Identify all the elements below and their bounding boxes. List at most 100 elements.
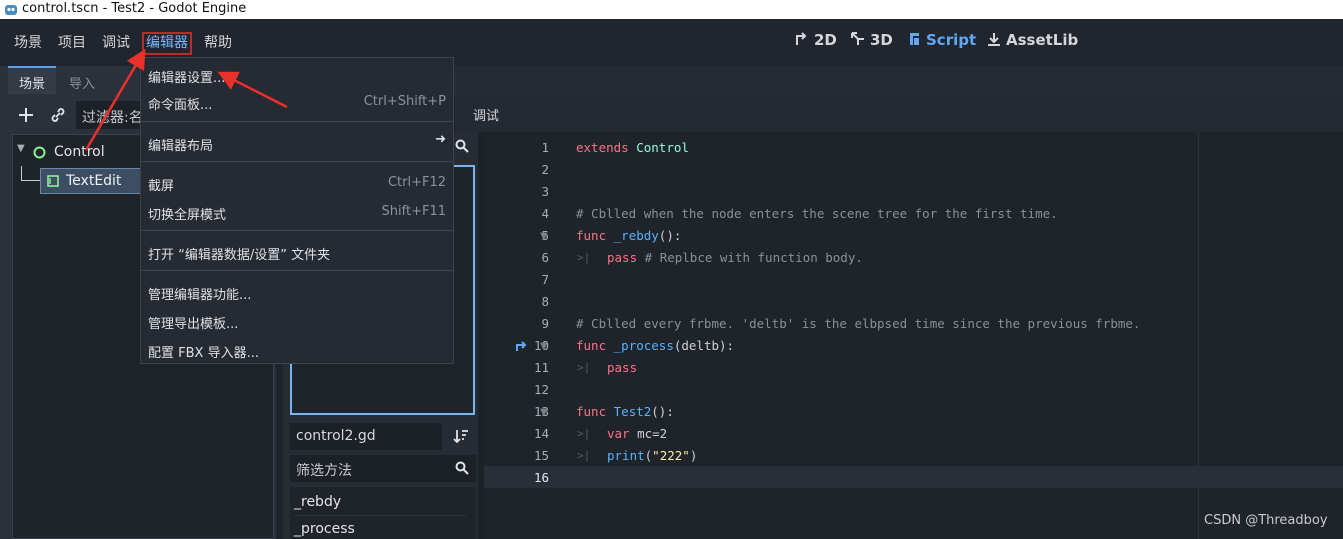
expand-arrow-icon[interactable]: ▼ (17, 143, 25, 154)
menu-item-command-palette[interactable]: 命令面板... (148, 94, 212, 113)
menu-separator (141, 270, 453, 271)
code-token: (deltb): (673, 338, 735, 353)
code-line-10: func _process(deltb): (576, 338, 734, 353)
code-token: _process (613, 338, 674, 353)
line-number: 2 (541, 162, 549, 177)
method-list: _rebdy _process (290, 487, 476, 539)
debug-menu[interactable]: 调试 (473, 105, 499, 124)
code-token: pass (607, 360, 638, 375)
menu-item-open-data-folder[interactable]: 打开 “编辑器数据/设置” 文件夹 (148, 244, 330, 263)
menu-project[interactable]: 项目 (58, 32, 86, 52)
godot-logo-icon (5, 5, 17, 15)
workspace-script-label: Script (926, 31, 977, 49)
menu-item-editor-settings[interactable]: 编辑器设置... (148, 67, 225, 86)
link-icon[interactable] (50, 107, 66, 123)
code-token: _rebdy (613, 228, 659, 243)
workspace-2d-label: 2D (814, 31, 837, 49)
code-token: mc=2 (629, 426, 668, 441)
tree-line-h (21, 180, 41, 181)
code-line-13: func Test2(): (576, 404, 674, 419)
window-title: control.tscn - Test2 - Godot Engine (22, 1, 247, 16)
control-node-icon (33, 146, 46, 159)
scene-filter-placeholder: 过滤器:名 (82, 110, 143, 126)
menu-item-configure-fbx[interactable]: 配置 FBX 导入器... (148, 342, 259, 361)
line-number: 6 (541, 250, 549, 265)
workspace-assetlib-label: AssetLib (1006, 31, 1079, 49)
menu-help[interactable]: 帮助 (204, 32, 232, 52)
filter-methods-placeholder: 筛选方法 (296, 463, 352, 479)
code-line-9: # Cblled every frbme. 'deltb' is the elb… (576, 316, 1141, 331)
tab-indicator-icon: >| (577, 251, 591, 264)
code-line-1: extends Control (576, 140, 689, 155)
method-item[interactable]: _rebdy (294, 494, 341, 510)
tree-line (21, 166, 22, 180)
shortcut-label: Ctrl+F12 (387, 175, 446, 190)
code-token: extends (576, 140, 629, 155)
menu-separator (141, 161, 453, 162)
menu-item-screenshot[interactable]: 截屏 (148, 175, 174, 194)
menu-separator (141, 230, 453, 231)
line-number: 1 (541, 140, 549, 155)
search-icon (455, 461, 469, 475)
workspace-3d-button[interactable]: 3D (850, 31, 893, 49)
code-token: (): (651, 404, 674, 419)
line-number: 4 (541, 206, 549, 221)
watermark: CSDN @Threadboy (1204, 513, 1328, 528)
menu-item-toggle-fullscreen[interactable]: 切换全屏模式 (148, 204, 226, 223)
current-script-field[interactable]: control2.gd (290, 423, 442, 450)
sort-icon[interactable] (453, 428, 469, 444)
menu-item-manage-features[interactable]: 管理编辑器功能... (148, 284, 251, 303)
submenu-arrow-icon: ➜ (435, 132, 446, 147)
fold-arrow-icon[interactable]: ▼ (540, 407, 548, 418)
tree-node-textedit-row[interactable]: TextEdit (40, 168, 142, 194)
filter-methods-input[interactable]: 筛选方法 (290, 455, 476, 482)
fold-arrow-icon[interactable]: ▼ (540, 341, 548, 352)
fold-arrow-icon[interactable]: ▼ (540, 231, 548, 242)
workspace-2d-button[interactable]: 2D (794, 31, 837, 49)
2d-icon (796, 32, 807, 45)
code-line-6: pass # Replbce with function body. (607, 250, 863, 265)
textedit-node-icon (47, 175, 59, 187)
editor-menu-dropdown: 编辑器设置... 命令面板... Ctrl+Shift+P 编辑器布局 ➜ 截屏… (140, 57, 454, 364)
menu-debug[interactable]: 调试 (102, 32, 130, 52)
code-token: func (576, 404, 607, 419)
menu-item-editor-layout[interactable]: 编辑器布局 (148, 135, 213, 154)
scene-filter-input[interactable]: 过滤器:名 (76, 101, 146, 129)
tab-indicator-icon: >| (577, 427, 591, 440)
menu-separator (141, 121, 453, 122)
line-number: 3 (541, 184, 549, 199)
method-item[interactable]: _process (294, 521, 355, 537)
tree-node-control[interactable]: Control (54, 144, 105, 160)
line-number: 12 (533, 382, 549, 397)
add-node-icon[interactable] (18, 107, 34, 123)
tab-indicator-icon: >| (577, 449, 591, 462)
download-icon (988, 33, 1000, 46)
code-token: func (576, 338, 607, 353)
line-number: 8 (541, 294, 549, 309)
line-number: 7 (541, 272, 549, 287)
code-line-15: print("222") (607, 448, 697, 463)
workspace-assetlib-button[interactable]: AssetLib (986, 31, 1078, 49)
tab-scene[interactable]: 场景 (19, 73, 45, 92)
workspace-script-button[interactable]: Script (906, 31, 976, 49)
menu-item-manage-export-templates[interactable]: 管理导出模板... (148, 313, 238, 332)
code-line-11: pass (607, 360, 637, 375)
workspace-3d-label: 3D (870, 31, 893, 49)
code-line-5: func _rebdy(): (576, 228, 681, 243)
tab-import[interactable]: 导入 (69, 73, 95, 92)
tab-indicator-icon: >| (577, 361, 591, 374)
editor-toolbar: 调试 (455, 96, 1343, 132)
method-separator (294, 515, 466, 516)
menu-scene[interactable]: 场景 (14, 32, 42, 52)
code-line-14: var mc=2 (607, 426, 667, 441)
current-line-highlight (484, 466, 1343, 488)
shortcut-label: Ctrl+Shift+P (363, 94, 446, 109)
code-line-4: # Cblled when the node enters the scene … (576, 206, 1058, 221)
menu-editor[interactable]: 编辑器 (146, 32, 188, 52)
search-icon[interactable] (455, 139, 469, 153)
line-number: 14 (533, 426, 549, 441)
code-token: Control (636, 140, 689, 155)
line-number: 11 (533, 360, 549, 375)
script-icon (910, 33, 919, 45)
line-number: 16 (533, 470, 549, 485)
